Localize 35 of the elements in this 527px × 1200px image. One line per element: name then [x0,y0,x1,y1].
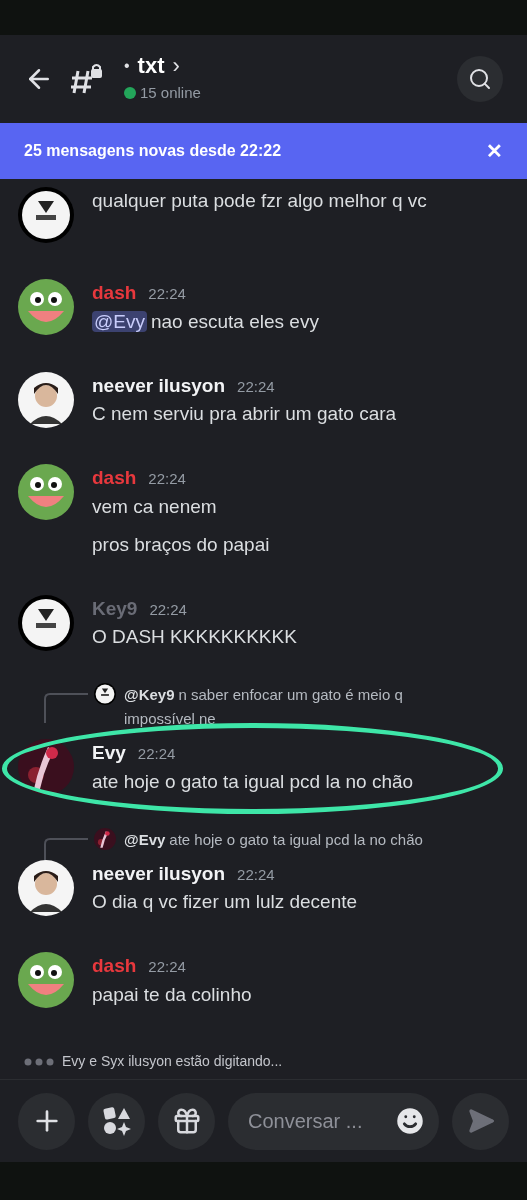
message-text: O dia q vc fizer um lulz decente [92,890,358,914]
author-name[interactable]: dash [92,279,137,308]
unread-dot: • [124,55,130,76]
message-text: O DASH KKKKKKKKKK [92,625,297,649]
author-name[interactable]: neever ilusyon [92,371,226,400]
timestamp: 22:24 [148,469,186,489]
author-name[interactable]: neever ilusyon [92,859,226,888]
mention-link[interactable]: @Evy [92,310,147,332]
message-text: @Evy nao escuta eles evy [92,309,319,334]
author-name[interactable]: dash [92,464,137,493]
author-name[interactable]: Evy [92,739,126,768]
timestamp: 22:24 [148,284,186,304]
message-text: papai te da colinho [92,982,252,1007]
author-name[interactable]: dash [92,952,137,981]
reply-preview[interactable]: @Key9 n saber enfocar um gato é meio q impossível ne [124,683,464,731]
channel-name[interactable]: txt [137,54,165,77]
timestamp: 22:24 [149,599,187,620]
chevron-icon[interactable]: › [172,54,180,77]
timestamp: 22:24 [148,957,186,977]
typing-text: Evy e Syx ilusyon estão digitando... [62,1052,283,1071]
banner-text: 25 mensagens novas desde 22:22 [24,141,282,161]
message-text: pros braços do papai [92,532,270,557]
message-input[interactable]: Conversar ... [248,1106,393,1136]
reply-preview[interactable]: @Evy ate hoje o gato ta igual pcd la no chão [124,827,423,852]
message-text: vem ca nenem [92,494,218,519]
message-text: qualquer puta pode fzr algo melhor q vc [92,189,427,213]
timestamp: 22:24 [137,744,176,764]
online-count: 15 online [140,82,201,103]
timestamp: 22:24 [237,864,275,885]
timestamp: 22:24 [237,376,275,397]
new-messages-banner[interactable]: 25 mensagens novas desde 22:22 ✕ [0,123,527,179]
close-button[interactable]: ✕ [486,136,503,166]
message-field[interactable]: Conversar ... [228,1092,439,1150]
message-text: ate hoje o gato ta igual pcd la no chão [92,769,414,794]
message-text: C nem serviu pra abrir um gato cara [92,402,397,426]
